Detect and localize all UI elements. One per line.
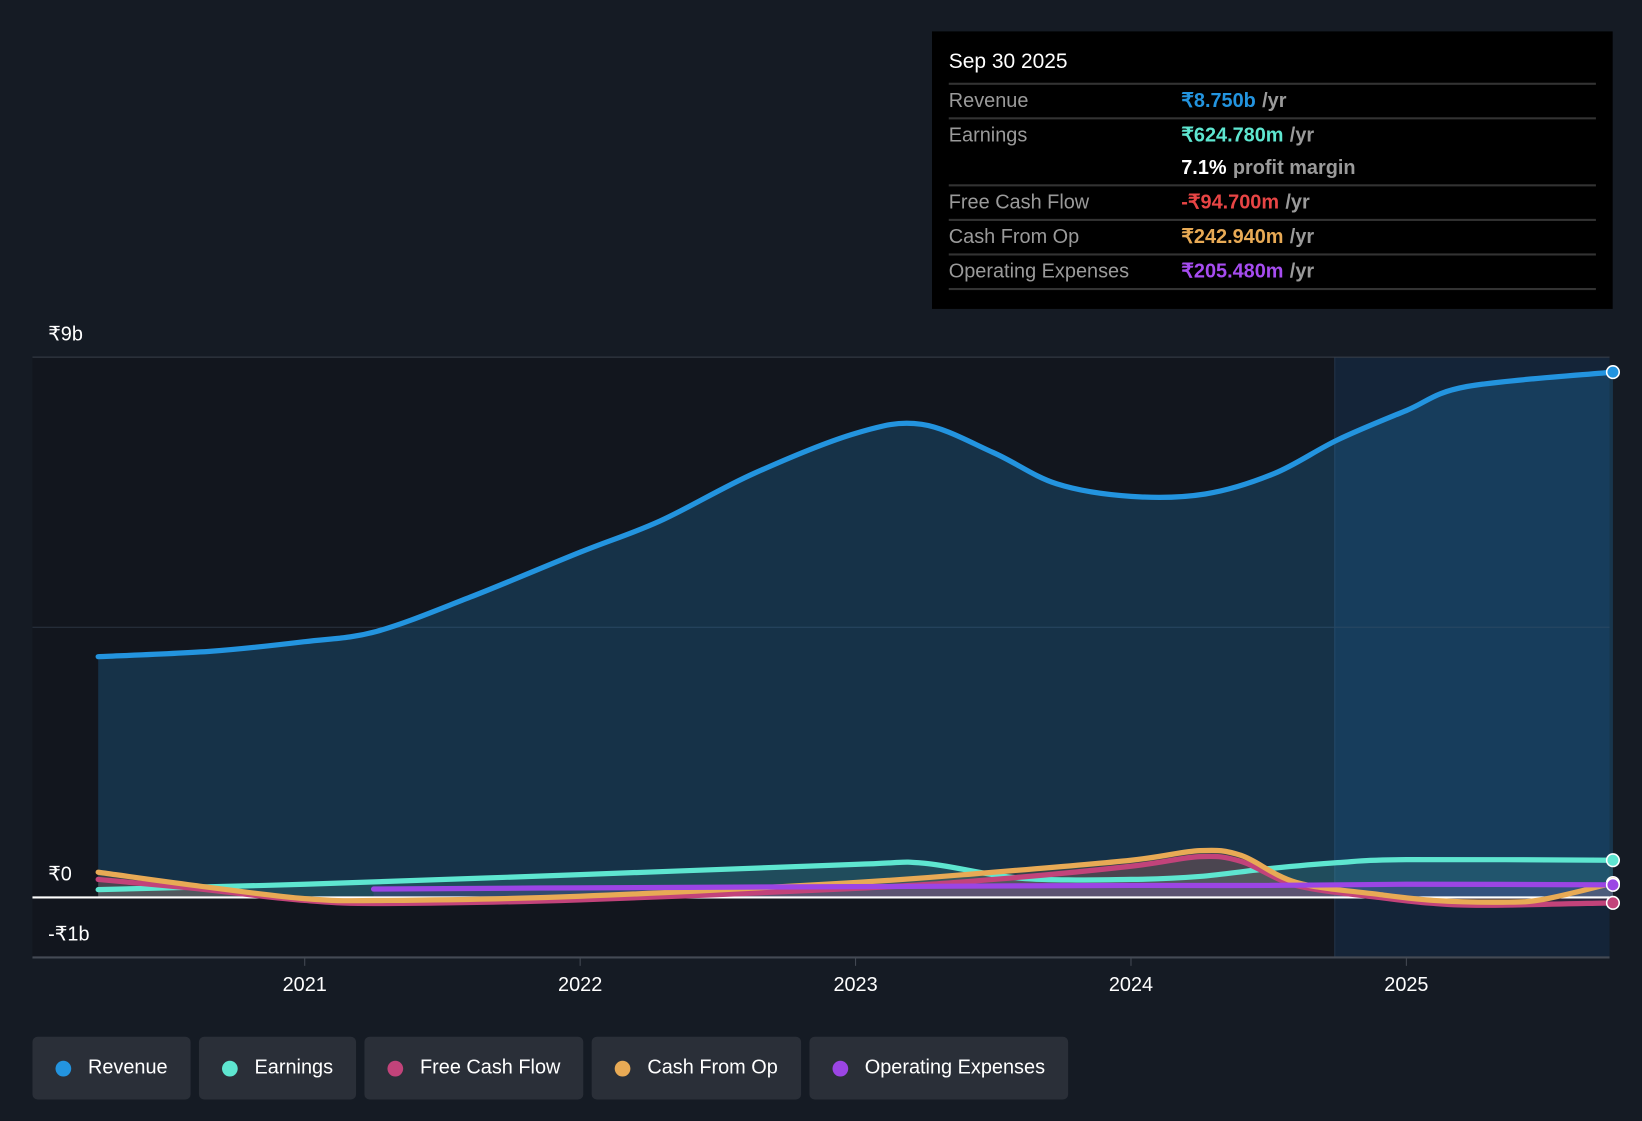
profit-margin-value: 7.1% [1181,156,1227,179]
legend-revenue[interactable]: Revenue [32,1036,191,1100]
tooltip-label: Free Cash Flow [948,191,1090,214]
tooltip-label: Earnings [948,124,1028,147]
endpoint-free-cash-flow [1605,895,1621,910]
tooltip-row-opex: Operating Expenses ₹205.480m /yr [948,253,1596,288]
tooltip-value: ₹205.480m [1181,260,1284,283]
tooltip-value: ₹624.780m [1181,124,1284,147]
tooltip-value: ₹242.940m [1181,226,1284,249]
divider [948,287,1596,291]
tooltip-row-fcf: Free Cash Flow -₹94.700m /yr [948,184,1596,219]
legend-earnings[interactable]: Earnings [199,1036,357,1100]
legend-label: Revenue [87,1056,168,1079]
tooltip-value: ₹8.750b [1181,90,1256,113]
legend-label: Earnings [254,1056,334,1079]
tooltip-label: Cash From Op [948,225,1080,248]
legend-operating-expenses[interactable]: Operating Expenses [809,1036,1069,1100]
legend-cash-from-op[interactable]: Cash From Op [591,1036,801,1100]
endpoint-earnings [1605,853,1621,868]
tooltip-row-earnings: Earnings ₹624.780m /yr [948,117,1596,152]
x-tick-label: 2024 [1109,974,1153,996]
endpoint-operating-expenses [1605,877,1621,892]
profit-margin-label: profit margin [1232,156,1356,179]
legend-label: Free Cash Flow [419,1056,561,1079]
legend-dot-icon [222,1060,238,1076]
tooltip-label: Operating Expenses [948,260,1130,283]
tooltip-date: Sep 30 2025 [948,50,1068,74]
legend-dot-icon [832,1060,848,1076]
tooltip-row-margin: 7.1% profit margin [949,152,1596,184]
x-tick-label: 2023 [833,974,877,996]
legend: Revenue Earnings Free Cash Flow Cash Fro… [32,1036,1069,1100]
tooltip-label: Revenue [948,89,1029,112]
legend-label: Cash From Op [647,1056,778,1079]
tooltip-unit: /yr [1289,260,1315,283]
endpoint-revenue [1605,365,1621,380]
legend-label: Operating Expenses [864,1056,1046,1079]
tooltip-unit: /yr [1289,124,1315,147]
y-tick-label: ₹9b [48,323,83,345]
x-tick-label: 2021 [283,974,327,996]
tooltip-unit: /yr [1262,89,1287,112]
tooltip-row-cfo: Cash From Op ₹242.940m /yr [948,218,1596,254]
y-tick-label: ₹0 [48,864,72,886]
x-tick-label: 2022 [558,974,602,996]
legend-free-cash-flow[interactable]: Free Cash Flow [364,1036,584,1100]
legend-dot-icon [614,1060,631,1076]
tooltip-unit: /yr [1285,191,1310,214]
y-tick-label: -₹1b [48,924,89,946]
tooltip-value: -₹94.700m [1181,191,1280,214]
legend-dot-icon [55,1060,72,1076]
chart-stage: 2021 2022 2023 2024 2025 ₹9b ₹0 -₹1b Sep 30 202… [0,0,1642,1121]
x-tick-label: 2025 [1384,974,1428,996]
tooltip: Sep 30 2025 Revenue ₹8.750b /yr Earnings… [931,31,1613,309]
legend-dot-icon [387,1060,404,1076]
tooltip-unit: /yr [1289,225,1315,248]
tooltip-row-revenue: Revenue ₹8.750b /yr [948,82,1596,118]
